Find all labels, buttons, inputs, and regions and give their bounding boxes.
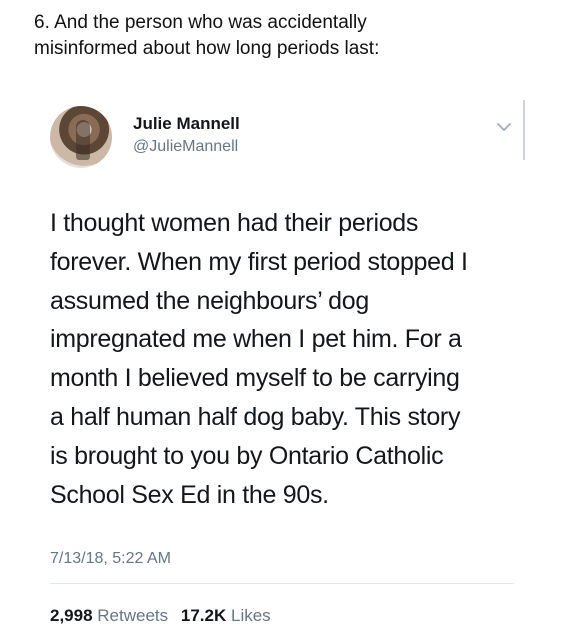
tweet-card: Julie Mannell @JulieMannell I thought wo… [0,92,565,640]
tweet-text-line: School Sex Ed in the 90s. [50,480,329,509]
author-display-name[interactable]: Julie Mannell [133,114,240,134]
avatar-figure [76,120,90,160]
retweets-count: 2,998 [50,606,93,625]
tweet-text: I thought women had their periods foreve… [50,204,530,514]
tweet-timestamp[interactable]: 7/13/18, 5:22 AM [50,550,171,568]
likes-stat[interactable]: 17.2K Likes [181,606,271,625]
tweet-text-line: is brought to you by Ontario Catholic [50,441,444,470]
author-handle[interactable]: @JulieMannell [133,138,238,156]
chevron-down-icon[interactable] [494,120,514,134]
caption: 6. And the person who was accidentally m… [34,10,544,62]
scroll-divider [523,100,525,160]
caption-line-1: 6. And the person who was accidentally [34,12,367,33]
tweet-text-line: assumed the neighbours’ dog [50,286,369,315]
tweet-stats: 2,998 Retweets 17.2K Likes [50,606,279,626]
caption-line-2: misinformed about how long periods last: [34,38,380,59]
avatar[interactable] [50,106,112,168]
retweets-label: Retweets [97,606,169,625]
retweets-stat[interactable]: 2,998 Retweets [50,606,168,625]
tweet-text-line: a half human half dog baby. This story [50,402,461,431]
divider [50,583,514,584]
tweet-text-line: forever. When my first period stopped I [50,247,468,276]
tweet-text-line: month I believed myself to be carrying [50,364,460,393]
likes-label: Likes [231,606,271,625]
tweet-text-line: I thought women had their periods [50,209,419,237]
likes-count: 17.2K [180,606,227,625]
tweet-text-line: impregnated me when I pet him. For a [50,325,462,354]
